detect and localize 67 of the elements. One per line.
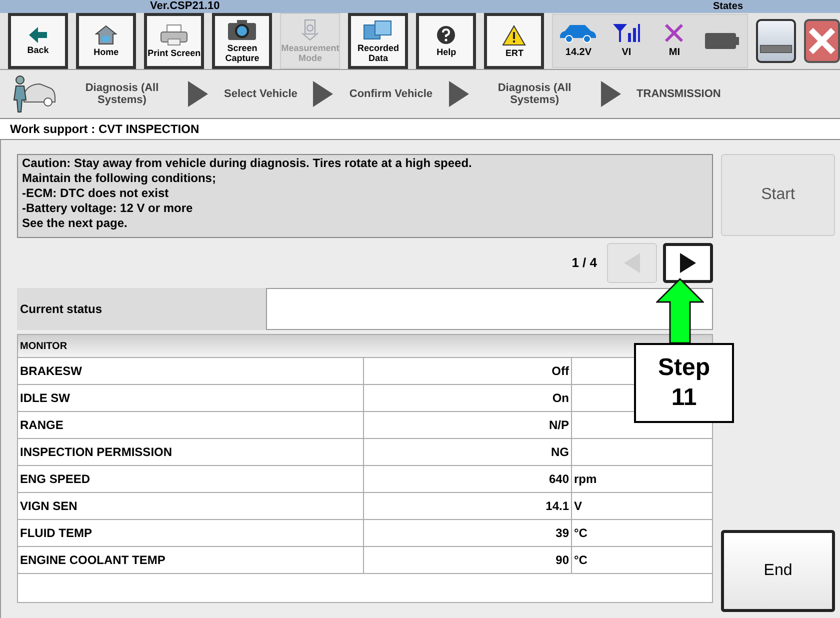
toolbar-button[interactable]: Screen Capture xyxy=(212,13,272,69)
monitor-header: MONITOR xyxy=(18,335,712,357)
car-icon xyxy=(559,22,598,42)
triangle-arrow-icon xyxy=(448,81,469,107)
table-cell-text: rpm xyxy=(573,471,597,488)
table-cell: N/P xyxy=(364,412,572,438)
table-cell: IDLE SW xyxy=(18,385,364,411)
page-counter: 1 / 4 xyxy=(572,254,597,272)
breadcrumb-item[interactable]: Confirm Vehicle xyxy=(349,88,433,100)
close-icon xyxy=(808,28,835,54)
help-icon xyxy=(436,25,456,45)
signal-icon xyxy=(612,22,640,42)
page-heading: Work support : CVT INSPECTION xyxy=(10,121,200,138)
status-label: MI xyxy=(668,46,680,60)
toolbar-button[interactable]: Help xyxy=(416,13,476,69)
table-cell: On xyxy=(364,385,572,411)
close-button[interactable] xyxy=(804,19,840,63)
table-cell: BRAKESW xyxy=(18,358,364,384)
status-label: 14.2V xyxy=(565,46,592,60)
table-cell: 14.1 xyxy=(364,493,572,519)
folders-icon xyxy=(363,19,394,41)
toolbar-button[interactable]: ERT xyxy=(484,13,544,69)
up-arrow-icon xyxy=(656,278,704,344)
triangle-arrow-icon xyxy=(600,81,621,107)
step-callout: Step 11 xyxy=(634,343,734,423)
states-label: States xyxy=(713,0,744,13)
status-label: VI xyxy=(622,46,632,60)
table-cell: ENG SPEED xyxy=(18,466,364,492)
table-cell: FLUID TEMP xyxy=(18,520,364,546)
caution-message: Caution: Stay away from vehicle during diagnosis. Tires rotate at a high speed. Maintain the following conditions; -ECM: DTC does not exist -Battery voltage: 12 V or more See the next page. xyxy=(17,154,713,238)
table-cell: 90 xyxy=(364,547,572,573)
house-icon xyxy=(95,25,118,45)
toolbar-button[interactable]: Back xyxy=(8,13,68,69)
table-cell: INSPECTION PERMISSION xyxy=(18,439,364,465)
cross-icon xyxy=(664,22,684,42)
table-cell-text: °C xyxy=(573,525,588,542)
toolbar-button[interactable]: Recorded Data xyxy=(348,13,408,69)
table-cell: Off xyxy=(364,358,572,384)
battery-icon xyxy=(705,33,740,49)
breadcrumb-item[interactable]: Diagnosis (All Systems) xyxy=(72,82,172,106)
toolbar-button[interactable]: Home xyxy=(76,13,136,69)
breadcrumb-item[interactable]: Select Vehicle xyxy=(224,88,298,100)
printer-icon xyxy=(159,24,190,46)
left-arrow-icon xyxy=(29,27,48,43)
table-cell: 640 xyxy=(364,466,572,492)
table-cell: NG xyxy=(364,439,572,465)
status-label: Current status xyxy=(19,301,104,318)
triangle-arrow-icon xyxy=(313,81,334,107)
right-triangle-icon xyxy=(680,253,696,273)
table-cell: 39 xyxy=(364,520,572,546)
breadcrumb-item[interactable]: TRANSMISSION xyxy=(636,88,721,100)
end-button[interactable]: End xyxy=(721,530,835,612)
meter-icon xyxy=(300,19,320,41)
minimize-icon xyxy=(760,45,792,53)
next-button[interactable] xyxy=(663,243,713,283)
table-cell: VIGN SEN xyxy=(18,493,364,519)
table-cell: ENGINE COOLANT TEMP xyxy=(18,547,364,573)
toolbar-button[interactable]: Print Screen xyxy=(144,13,204,69)
table-cell-text: V xyxy=(573,498,582,515)
minimize-button[interactable] xyxy=(756,19,796,63)
version-label: Ver.CSP21.10 xyxy=(150,0,221,13)
camera-icon xyxy=(227,19,258,41)
warning-icon xyxy=(502,24,526,46)
table-cell-text: °C xyxy=(573,552,588,569)
table-cell: RANGE xyxy=(18,412,364,438)
triangle-arrow-icon xyxy=(188,81,208,107)
breadcrumb-item[interactable]: Diagnosis (All Systems) xyxy=(484,82,585,106)
